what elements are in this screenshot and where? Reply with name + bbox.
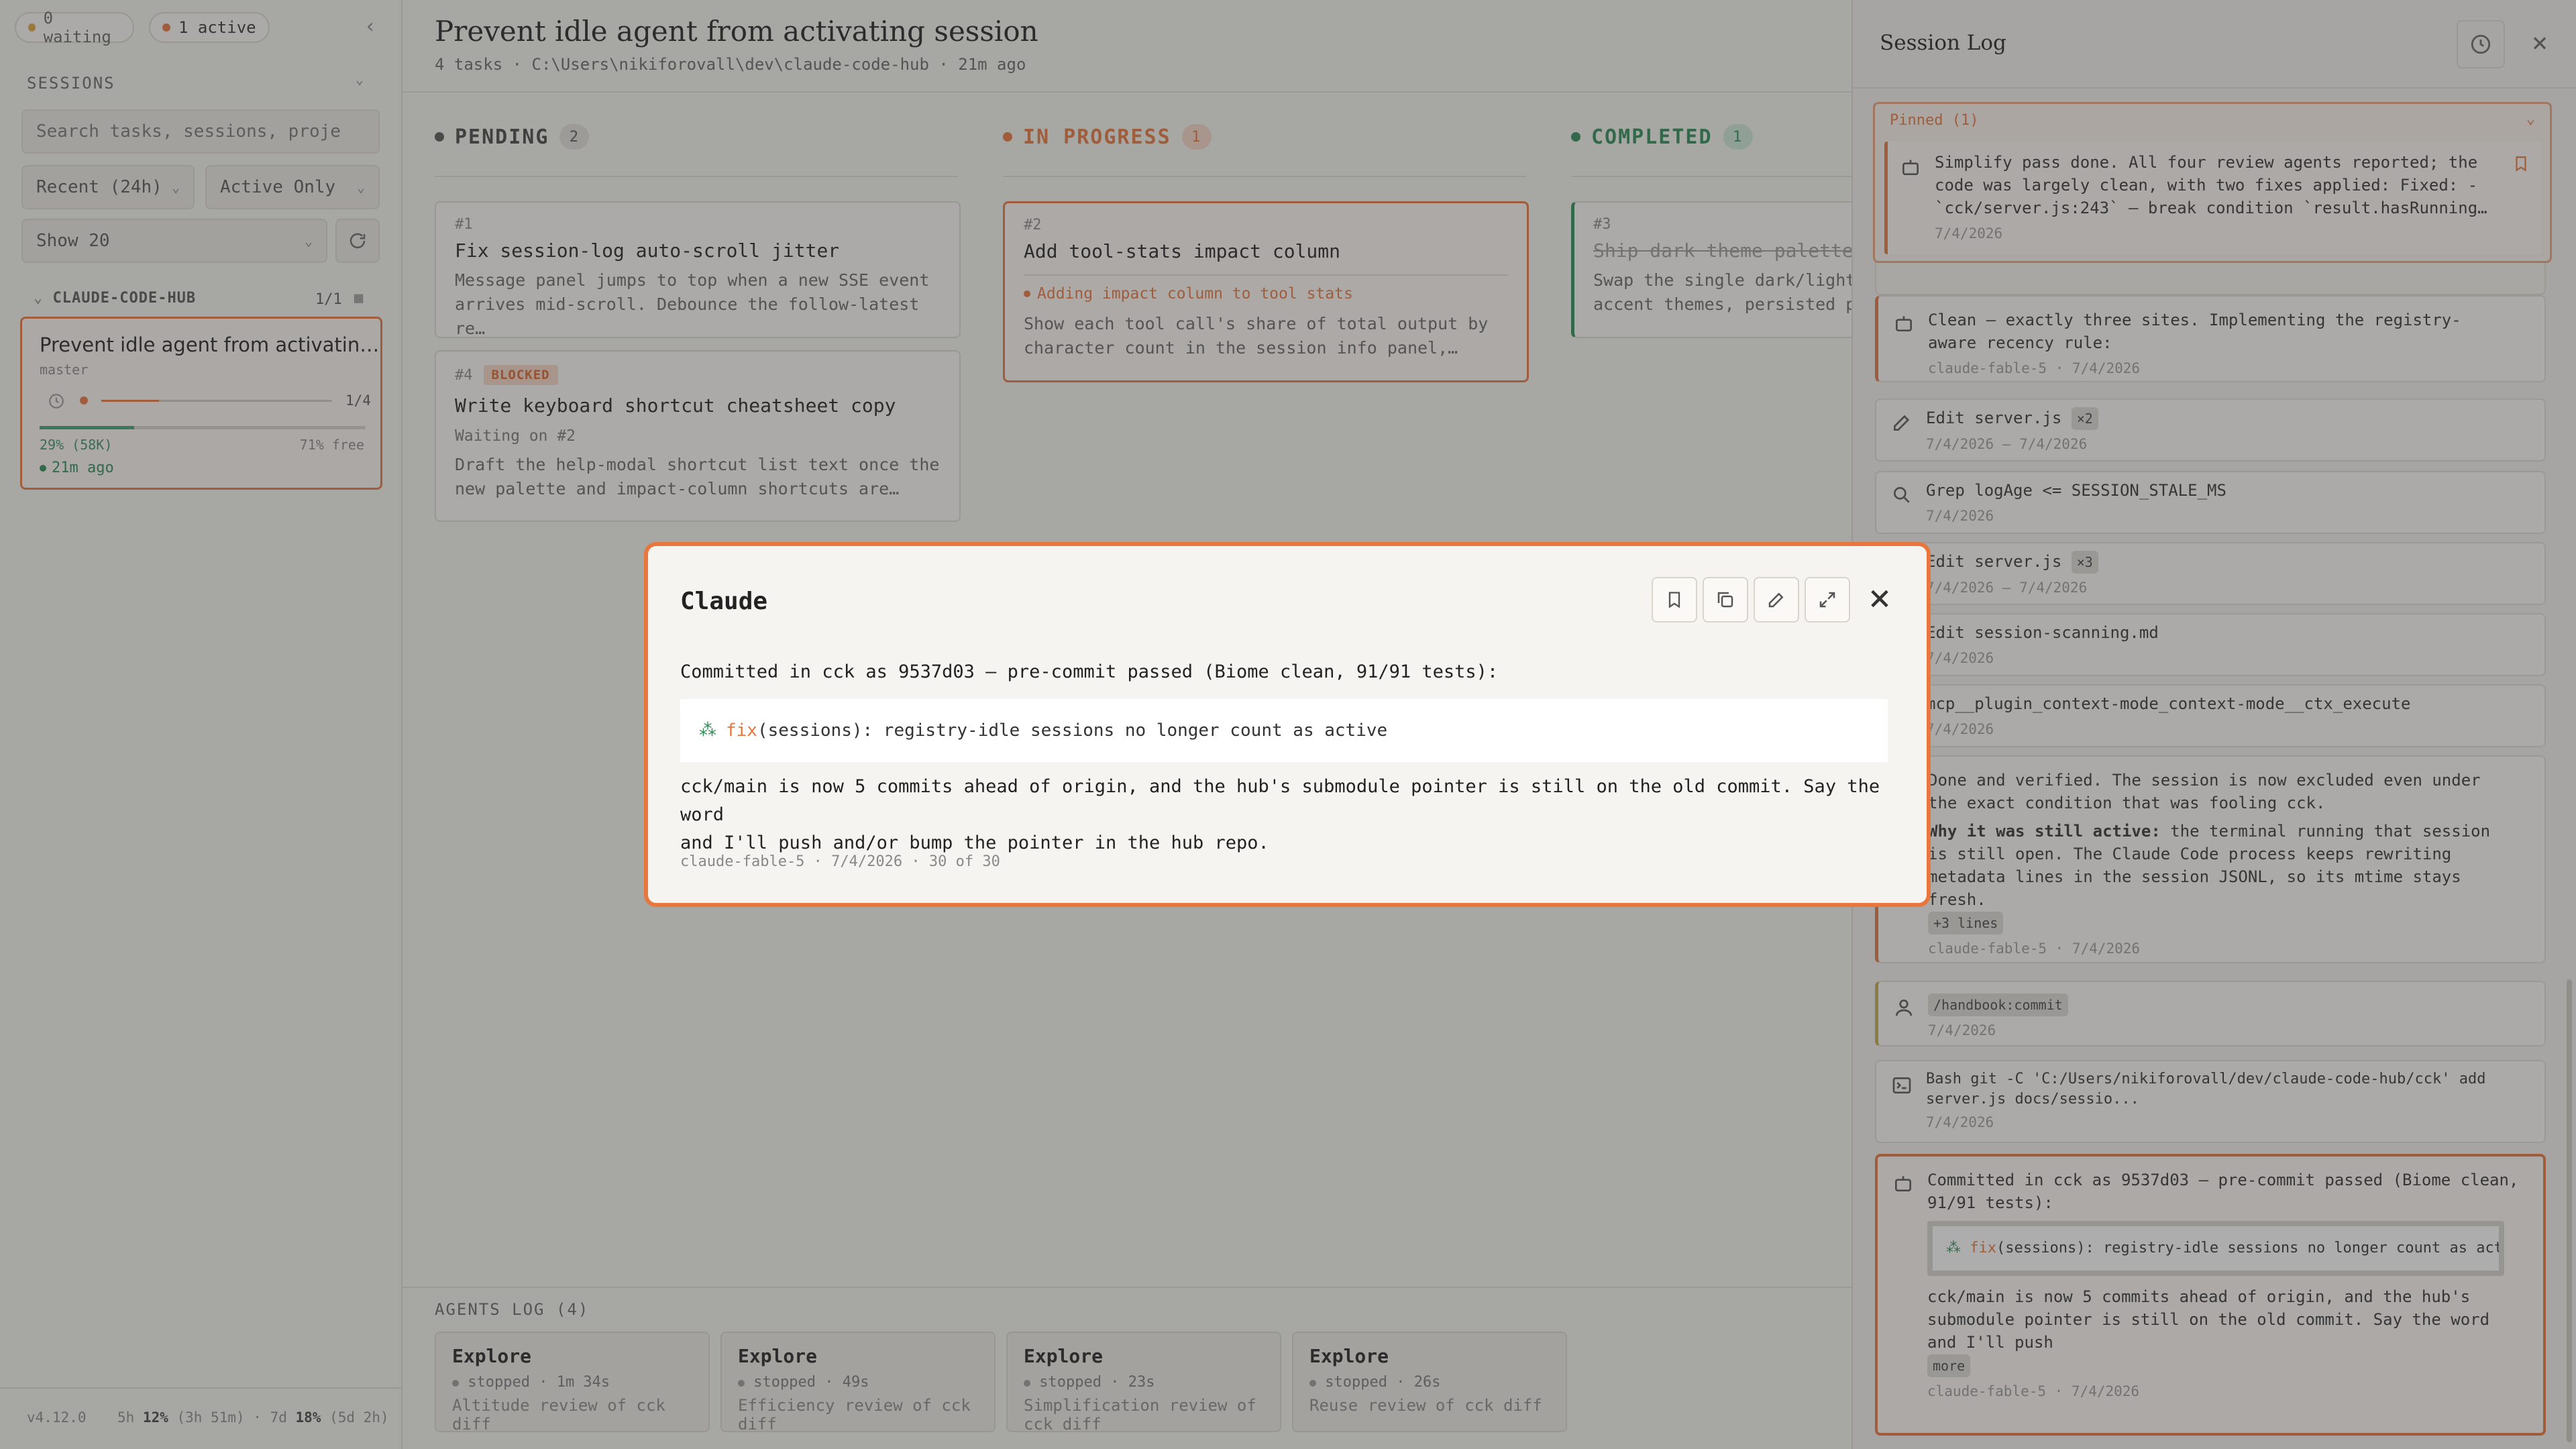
copy-icon bbox=[1717, 592, 1733, 608]
code-text: (sessions): registry-idle sessions no lo… bbox=[757, 720, 1388, 741]
copy-button[interactable] bbox=[1703, 577, 1748, 623]
modal-title: Claude bbox=[680, 588, 768, 615]
close-modal-icon[interactable]: × bbox=[1860, 580, 1900, 620]
edit-icon bbox=[1768, 592, 1784, 608]
expand-icon bbox=[1819, 592, 1835, 608]
code-keyword: fix bbox=[726, 720, 757, 741]
modal-code-block: ⁂ fix (sessions): registry-idle sessions … bbox=[680, 699, 1888, 762]
message-modal: Claude × Committed in cck as 9537d03 — p… bbox=[644, 542, 1931, 907]
expand-button[interactable] bbox=[1805, 577, 1850, 623]
modal-intro: Committed in cck as 9537d03 — pre-commit… bbox=[680, 661, 1499, 682]
bookmark-icon bbox=[1668, 592, 1680, 608]
bookmark-button[interactable] bbox=[1652, 577, 1697, 623]
modal-meta: claude-fable-5 · 7/4/2026 · 30 of 30 bbox=[680, 853, 1000, 870]
caterpillar-icon: ⁂ bbox=[699, 720, 716, 741]
modal-body-text: cck/main is now 5 commits ahead of origi… bbox=[680, 776, 1880, 825]
edit-button[interactable] bbox=[1754, 577, 1799, 623]
